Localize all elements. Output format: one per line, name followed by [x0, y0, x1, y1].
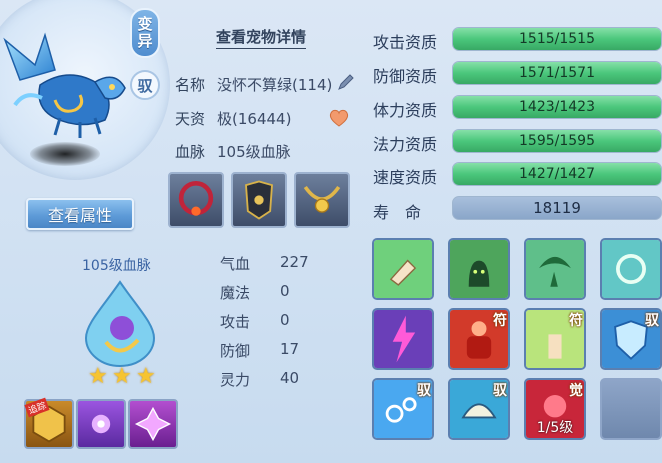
stat-label: 灵力 [220, 371, 251, 389]
talent-value: 极(16444) [217, 110, 292, 128]
stat-label: 魔法 [220, 284, 251, 302]
pet-shadow [30, 142, 100, 166]
apt-label-speed: 速度资质 [373, 168, 438, 187]
stat-label: 攻击 [220, 313, 251, 331]
bottom-slot-2[interactable] [76, 399, 126, 449]
lineage-star: ★ [136, 364, 156, 389]
stat-value: 40 [280, 369, 300, 387]
skill-slot[interactable] [524, 238, 586, 300]
apt-value: 1571/1571 [519, 65, 595, 81]
view-pet-detail-link[interactable]: 查看宠物详情 [216, 26, 307, 49]
life-label: 寿 命 [373, 203, 422, 222]
stat-label: 防御 [220, 342, 251, 360]
stat-row-mana: 魔法 0 [220, 282, 340, 303]
skill-slot[interactable]: 驭 [372, 378, 434, 440]
apt-bar-defense: 1571/1571 [452, 61, 662, 85]
info-label: 血脉 [175, 143, 206, 161]
skill-slot[interactable] [372, 238, 434, 300]
life-bar: 18119 [452, 196, 662, 220]
armor-icon [245, 180, 273, 220]
ride-tag: 驭 [417, 383, 431, 399]
ride-tag: 驭 [493, 383, 507, 399]
bottom-slot-1[interactable]: 追踪 [24, 397, 74, 449]
stat-value: 17 [280, 340, 300, 358]
apt-bar-speed: 1427/1427 [452, 162, 662, 186]
apt-bar-magic: 1595/1595 [452, 129, 662, 153]
apt-label-stamina: 体力资质 [373, 101, 438, 120]
info-label: 天资 [175, 110, 206, 128]
apt-value: 1595/1595 [519, 133, 595, 149]
skill-slot-empty[interactable] [600, 378, 662, 440]
info-row-bloodline: 血脉 105级血脉 [175, 141, 360, 162]
ride-badge[interactable]: 驭 [130, 70, 160, 100]
lineage-star: ★ [112, 364, 132, 389]
stat-row-hp: 气血 227 [220, 253, 340, 274]
apt-label-defense: 防御资质 [373, 67, 438, 86]
stat-label: 气血 [220, 255, 251, 273]
apt-value: 1423/1423 [519, 99, 595, 115]
skill-leaf-hand-icon [526, 240, 584, 298]
mutation-badge[interactable]: 变异 [130, 8, 160, 58]
stat-value: 0 [280, 311, 290, 329]
pet-dragon-image[interactable] [0, 30, 135, 140]
edit-name-pencil-icon[interactable] [336, 72, 356, 92]
bottom-slot-3[interactable] [128, 399, 178, 449]
rune-star-icon [134, 406, 172, 442]
awaken-level: 1/5级 [536, 420, 574, 436]
apt-bar-attack: 1515/1515 [452, 27, 662, 51]
apt-value: 1427/1427 [519, 166, 595, 182]
bloodline-emblem-icon[interactable] [80, 278, 160, 368]
equip-slot-necklace[interactable] [294, 172, 350, 228]
talisman-tag: 符 [493, 313, 507, 329]
skill-slot[interactable]: 驭 [448, 378, 510, 440]
pet-name-value: 没怀不算绿(114) [217, 76, 333, 94]
skill-swirl-shield-icon [602, 240, 660, 298]
skill-slot[interactable]: 驭 [600, 308, 662, 370]
skill-slot[interactable]: 符 [524, 308, 586, 370]
collar-icon [178, 180, 214, 216]
ride-tag: 驭 [645, 313, 659, 329]
stat-value: 0 [280, 282, 290, 300]
view-attributes-button[interactable]: 查看属性 [26, 198, 134, 230]
skill-strike-icon [374, 240, 432, 298]
necklace-icon [303, 185, 341, 213]
equip-slot-armor[interactable] [231, 172, 287, 228]
stat-value: 227 [280, 253, 309, 271]
life-value: 18119 [533, 199, 581, 217]
info-row-name: 名称 没怀不算绿(114) [175, 74, 360, 95]
skill-slot[interactable] [448, 238, 510, 300]
apt-bar-stamina: 1423/1423 [452, 95, 662, 119]
skill-slot[interactable] [372, 308, 434, 370]
skill-slot[interactable] [600, 238, 662, 300]
skill-slot-awaken[interactable]: 觉 1/5级 [524, 378, 586, 440]
lineage-star: ★ [88, 364, 108, 389]
apt-label-attack: 攻击资质 [373, 33, 438, 52]
talisman-tag: 符 [569, 313, 583, 329]
bloodline-value: 105级血脉 [217, 143, 291, 161]
skill-lightning-icon [374, 310, 432, 368]
stat-row-attack: 攻击 0 [220, 311, 340, 332]
awaken-tag: 觉 [569, 383, 583, 399]
heart-icon[interactable] [328, 108, 350, 128]
apt-value: 1515/1515 [519, 31, 595, 47]
equip-slot-collar[interactable] [168, 172, 224, 228]
apt-label-magic: 法力资质 [373, 135, 438, 154]
flower-gem-icon [91, 414, 111, 434]
lineage-level-label: 105级血脉 [82, 258, 151, 274]
skill-ghost-cat-icon [450, 240, 508, 298]
skill-slot[interactable]: 符 [448, 308, 510, 370]
stat-row-defense: 防御 17 [220, 340, 340, 361]
info-label: 名称 [175, 76, 206, 94]
stat-row-spirit: 灵力 40 [220, 369, 340, 390]
